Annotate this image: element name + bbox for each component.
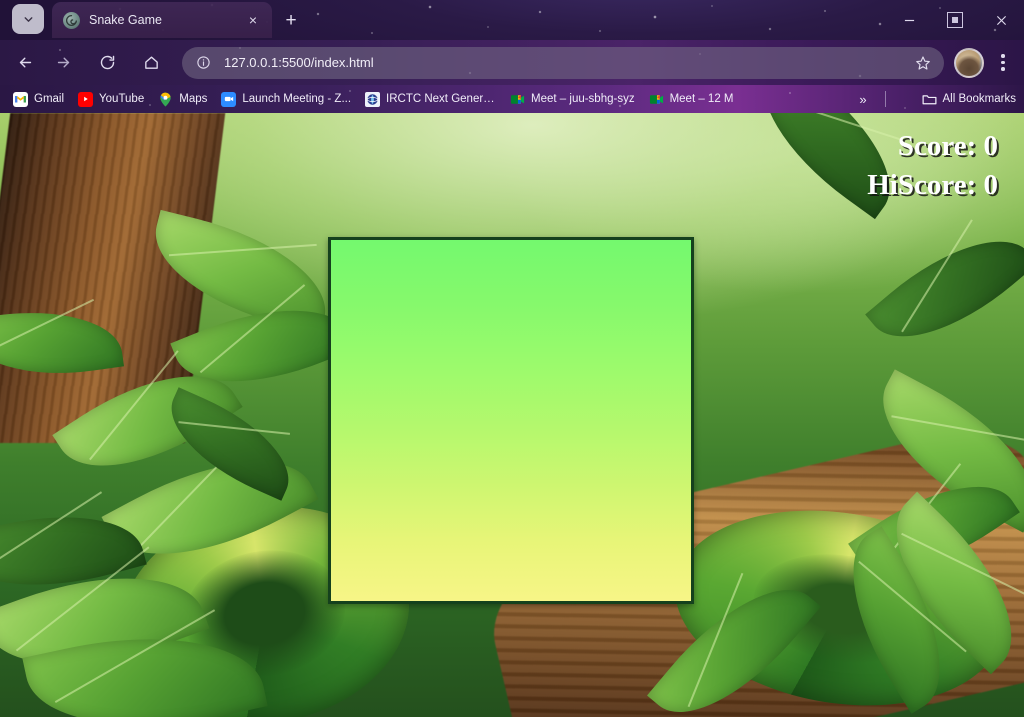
tab-title: Snake Game [89,13,162,27]
video-camera-glyph [224,96,234,102]
bookmark-label: Maps [179,93,208,105]
browser-toolbar: 127.0.0.1:5500/index.html [0,40,1024,85]
maximize-icon [947,12,963,28]
maximize-button[interactable] [932,0,978,40]
irctc-globe-glyph [366,93,379,105]
reload-button[interactable] [90,46,124,80]
window-controls [886,0,1024,40]
new-tab-button[interactable]: + [278,7,304,33]
arrow-right-icon [57,57,69,68]
close-icon [996,15,1006,25]
url-text[interactable]: 127.0.0.1:5500/index.html [224,55,910,70]
irctc-icon [365,91,381,107]
gmail-icon [13,91,28,107]
google-meet-icon [649,92,664,107]
youtube-icon [78,91,94,107]
bookmark-meet-12-m[interactable]: Meet – 12 M [642,88,741,110]
forward-button[interactable] [46,46,80,80]
home-icon [144,56,158,69]
menu-dot [1001,54,1005,58]
reload-icon [100,55,114,70]
bookmark-gmail[interactable]: Gmail [6,88,71,110]
tab-search-button[interactable] [12,4,44,34]
youtube-play-glyph [84,96,88,102]
snake-spiral-icon [66,14,78,26]
bookmarks-bar: Gmail YouTube Maps Launch Meeting - Z...… [0,85,1024,113]
address-bar[interactable]: 127.0.0.1:5500/index.html [182,46,944,79]
bookmark-label: Meet – juu-sbhg-syz [531,93,635,105]
tab-favicon-snake-spiral-icon [63,11,80,29]
browser-window: Snake Game × + 127.0.0.1:5500/index.html… [0,0,1024,717]
zoom-icon [221,91,237,107]
close-button[interactable] [978,0,1024,40]
site-info-icon[interactable] [192,52,214,74]
gmail-glyph [15,96,26,103]
bookmark-meet-juu-sbhg-syz[interactable]: Meet – juu-sbhg-syz [503,88,642,110]
bookmark-star-icon[interactable] [910,50,936,76]
bookmark-youtube[interactable]: YouTube [71,88,151,110]
bookmark-label: IRCTC Next Generati... [386,93,497,105]
menu-dot [1001,60,1005,65]
bookmark-label: Gmail [34,93,65,105]
info-circle-icon [196,56,210,69]
star-icon [916,55,930,70]
all-bookmarks-label: All Bookmarks [942,93,1017,105]
minimize-button[interactable] [886,0,932,40]
map-pin-glyph [160,92,171,107]
menu-dot [1001,67,1005,71]
bookmark-label: Launch Meeting - Z... [242,93,352,105]
google-meet-icon [510,92,525,107]
bookmark-launch-meeting-zoom[interactable]: Launch Meeting - Z... [214,88,358,110]
meet-camera-glyph [510,94,525,104]
bookmarks-divider [885,91,886,107]
bookmarks-overflow-button[interactable]: » [852,89,874,109]
tab-strip: Snake Game × + [0,0,1024,40]
back-button[interactable] [8,46,42,80]
bookmark-irctc[interactable]: IRCTC Next Generati... [358,88,503,110]
all-bookmarks-button[interactable]: All Bookmarks [922,88,1017,110]
folder-glyph [922,94,936,104]
arrow-left-icon [19,57,31,68]
browser-tab-snake-game[interactable]: Snake Game × [52,2,272,38]
bookmark-maps[interactable]: Maps [151,88,214,110]
profile-avatar[interactable] [954,47,984,78]
chevron-down-icon [24,16,32,22]
snake-game-board[interactable] [328,237,694,604]
maps-pin-icon [158,92,173,107]
home-button[interactable] [134,46,168,80]
meet-camera-glyph [649,94,663,104]
folder-icon [922,92,937,107]
bookmark-label: YouTube [99,93,145,105]
page-viewport: Score: 0 HiScore: 0 [0,113,1024,717]
bookmark-label: Meet – 12 M [669,93,734,105]
tab-close-icon[interactable]: × [242,9,264,31]
minimize-icon [904,19,914,21]
browser-menu-button[interactable] [988,48,1018,78]
